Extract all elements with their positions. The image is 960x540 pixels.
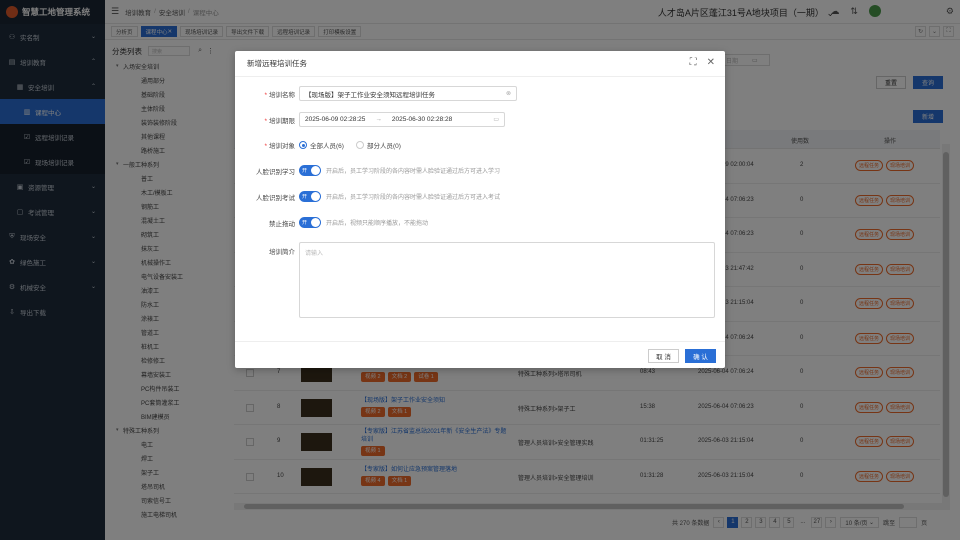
close-icon[interactable]: ✕ [707, 57, 715, 68]
face-exam-hint: 开启后，员工学习阶段的各内容时需人脸验证通过后方可进入考试 [326, 195, 501, 201]
no-drag-switch[interactable]: 开 [299, 217, 321, 228]
target-label: * 培训对象 [264, 143, 295, 150]
fullscreen-icon[interactable]: ⛶ [690, 57, 697, 68]
face-learn-row: 人脸识别学习 开 开启后，员工学习阶段的各内容时需人脸验证通过后方可进入学习 [235, 165, 500, 176]
start-date[interactable]: 2025-06-09 02:28:25 [305, 116, 365, 123]
face-exam-row: 人脸识别考试 开 开启后，员工学习阶段的各内容时需人脸验证通过后方可进入考试 [235, 191, 500, 202]
drag-label: 禁止拖动 [269, 220, 295, 228]
end-date[interactable]: 2025-06-30 02:28:28 [392, 116, 452, 123]
drag-row: 禁止拖动 开 开启后，视频只能顺序播放，不能拖动 [235, 217, 428, 228]
cancel-button[interactable]: 取 消 [648, 349, 679, 363]
calendar-icon[interactable]: ▭ [493, 116, 499, 123]
target-all-radio[interactable]: 全部人员(6) [299, 140, 344, 150]
dialog-title: 新增远程培训任务 [247, 59, 307, 68]
new-remote-task-dialog: 新增远程培训任务 ⛶ ✕ * 培训名称 【现场版】架子工作业安全须知远程培训任务 ⊗ … [235, 51, 725, 368]
confirm-button[interactable]: 确 认 [685, 349, 716, 363]
face-exam-label: 人脸识别考试 [256, 194, 295, 202]
face-learn-label: 人脸识别学习 [256, 168, 295, 176]
drag-hint: 开启后，视频只能顺序播放，不能拖动 [326, 221, 429, 227]
face-learn-switch[interactable]: 开 [299, 165, 321, 176]
name-row: * 培训名称 【现场版】架子工作业安全须知远程培训任务 ⊗ [235, 86, 517, 101]
training-period-range[interactable]: 2025-06-09 02:28:25 → 2025-06-30 02:28:2… [299, 112, 505, 127]
dialog-footer: 取 消 确 认 [235, 341, 725, 368]
target-row: * 培训对象 全部人员(6) 部分人员(0) [235, 140, 413, 150]
intro-label: 培训简介 [269, 249, 295, 256]
period-label: * 培训期限 [264, 117, 295, 125]
intro-textarea[interactable]: 请输入 [299, 242, 715, 318]
period-row: * 培训期限 2025-06-09 02:28:25 → 2025-06-30 0… [235, 112, 505, 127]
name-label: * 培训名称 [264, 91, 295, 99]
face-exam-switch[interactable]: 开 [299, 191, 321, 202]
face-learn-hint: 开启后，员工学习阶段的各内容时需人脸验证通过后方可进入学习 [326, 169, 501, 175]
intro-row: 培训简介 请输入 [235, 242, 715, 318]
training-name-input[interactable]: 【现场版】架子工作业安全须知远程培训任务 ⊗ [299, 86, 517, 101]
dialog-header: 新增远程培训任务 ⛶ ✕ [235, 51, 725, 77]
target-part-radio[interactable]: 部分人员(0) [355, 140, 401, 150]
clear-icon[interactable]: ⊗ [506, 90, 511, 97]
